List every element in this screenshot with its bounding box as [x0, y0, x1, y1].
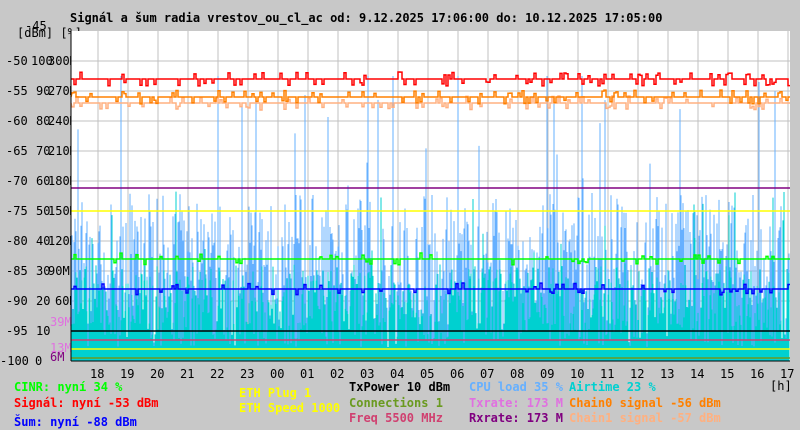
legend-txrate: Txrate: 173 M	[469, 396, 563, 410]
legend-chain0: Chain0 signal -56 dBm	[569, 396, 721, 410]
legend-eth-speed: ETH Speed 1000	[239, 401, 341, 415]
legend-noise: Šum: nyní -88 dBm	[14, 415, 137, 429]
legend-signal: Signál: nyní -53 dBm	[14, 396, 159, 410]
legend-connections: Connections 1	[349, 396, 443, 410]
legend-chain1: Chain1 signal -57 dBm	[569, 411, 721, 425]
legend-eth-plug: ETH Plug 1	[239, 386, 312, 400]
legend-airtime: Airtime 23 %	[569, 380, 656, 394]
legend-cpu-load: CPU load 35 %	[469, 380, 563, 394]
legend-cinr: CINR: nyní 34 %	[14, 380, 123, 394]
legend-txpower: TxPower 10 dBm	[349, 380, 451, 394]
chart-plot	[70, 31, 790, 362]
legend-freq: Freq 5500 MHz	[349, 411, 443, 425]
legend-rxrate: Rxrate: 173 M	[469, 411, 563, 425]
